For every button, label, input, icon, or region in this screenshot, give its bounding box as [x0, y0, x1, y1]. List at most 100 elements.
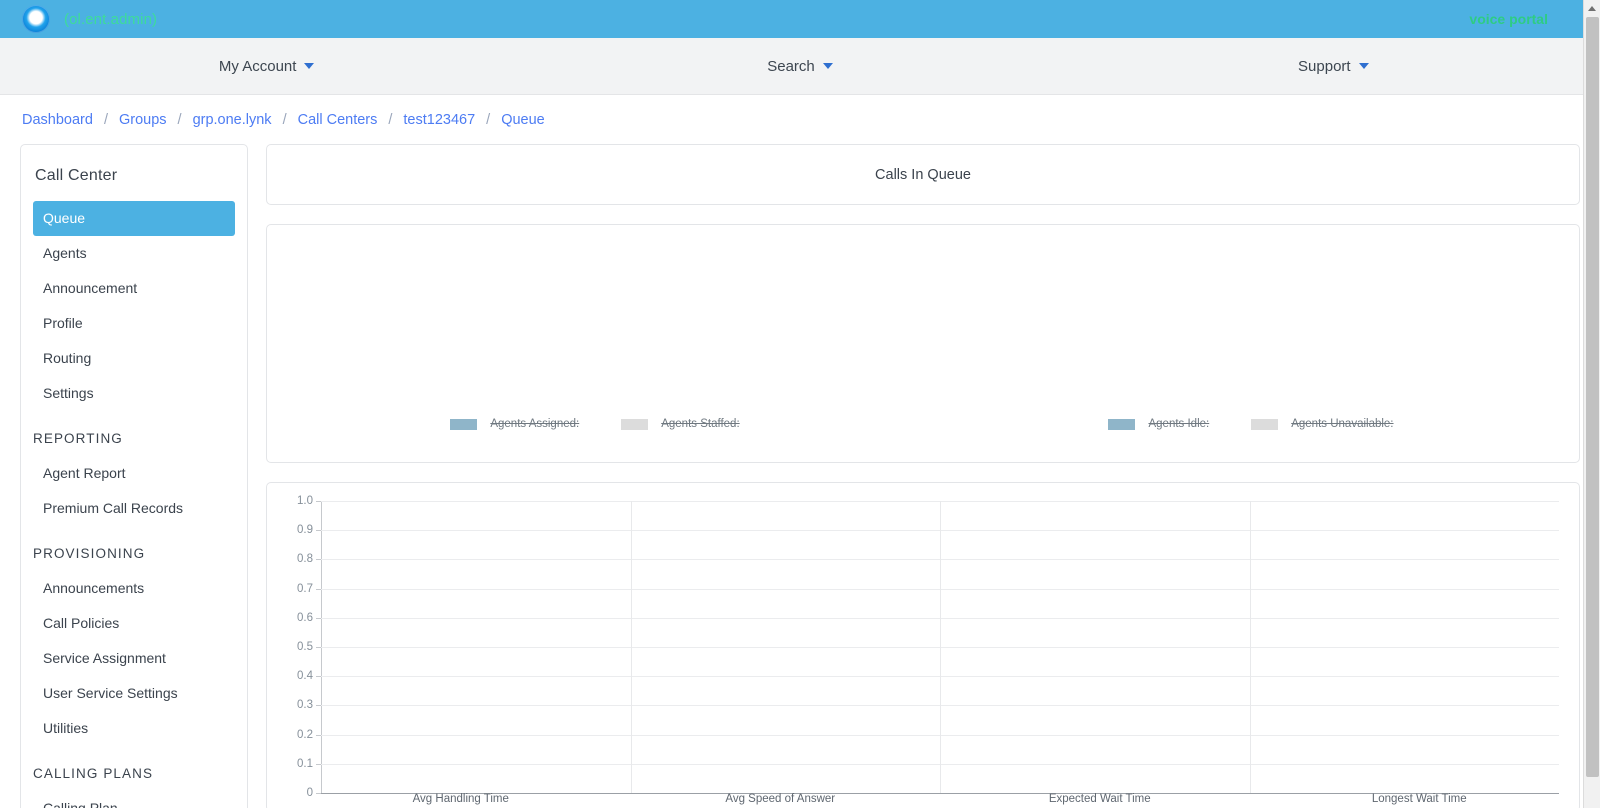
- scrollbar-thumb[interactable]: [1586, 17, 1599, 777]
- main-navigation: My Account Search Support: [0, 38, 1600, 95]
- breadcrumb-separator: /: [103, 112, 108, 128]
- breadcrumb-item-call-centers[interactable]: Call Centers: [298, 112, 378, 128]
- chart-y-tick-label: 0.9: [297, 524, 313, 537]
- breadcrumb-separator: /: [177, 112, 182, 128]
- agents-chart-panel: Agents Assigned: Agents Staffed: Agents …: [266, 224, 1580, 463]
- chart-y-tick-mark: [316, 501, 321, 502]
- legend-label-agents-idle: Agents Idle:: [1148, 418, 1210, 430]
- chevron-down-icon: [822, 63, 833, 69]
- legend-entry-agents-staffed[interactable]: Agents Staffed:: [621, 418, 740, 430]
- chevron-down-icon: [1358, 63, 1369, 69]
- legend-swatch-icon: [450, 418, 478, 430]
- chart-x-tick-label: Avg Handling Time: [412, 793, 509, 805]
- chart-y-tick-mark: [316, 734, 321, 736]
- agents-legend-row: Agents Assigned: Agents Staffed: Agents …: [267, 418, 1579, 430]
- sidebar-title: Call Center: [35, 167, 118, 184]
- breadcrumb: Dashboard / Groups / grp.one.lynk / Call…: [0, 95, 1600, 144]
- sidebar-item-user-service-settings[interactable]: User Service Settings: [21, 676, 247, 711]
- sidebar-item-announcements[interactable]: Announcements: [21, 571, 247, 606]
- chart-category-divider: [630, 501, 632, 793]
- chart-category-divider: [1249, 501, 1251, 793]
- breadcrumb-separator: /: [388, 112, 393, 128]
- chart-y-tick-label: 0.4: [297, 670, 313, 683]
- nav-item-support[interactable]: Support: [1067, 58, 1600, 75]
- chevron-down-icon: [304, 63, 315, 69]
- chart-x-axis-labels: Avg Handling Time Avg Speed of Answer Expe…: [301, 793, 1579, 805]
- agents-legend-group-left: Agents Assigned: Agents Staffed:: [267, 418, 923, 430]
- chart-y-tick-label: 0.2: [297, 728, 313, 741]
- chart-x-tick-label: Avg Speed of Answer: [725, 793, 836, 805]
- chart-y-tick-label: 0.8: [297, 553, 313, 566]
- main-content: Calls In Queue Agents Assigned: Agents S…: [266, 144, 1580, 808]
- sidebar-item-agents[interactable]: Agents: [21, 236, 247, 271]
- legend-label-agents-assigned: Agents Assigned:: [490, 418, 580, 430]
- legend-label-agents-unavailable: Agents Unavailable:: [1291, 418, 1394, 430]
- sidebar-item-call-policies[interactable]: Call Policies: [21, 606, 247, 641]
- sidebar-item-service-assignment[interactable]: Service Assignment: [21, 641, 247, 676]
- breadcrumb-item-queue[interactable]: Queue: [501, 112, 545, 128]
- window-scrollbar[interactable]: [1583, 0, 1600, 808]
- chart-y-tick-label: 0.1: [297, 757, 313, 770]
- sidebar-item-profile[interactable]: Profile: [21, 306, 247, 341]
- nav-item-search[interactable]: Search: [533, 58, 1066, 75]
- chart-y-tick-label: 0.3: [297, 699, 313, 712]
- chart-y-tick-mark: [316, 676, 321, 678]
- legend-swatch-icon: [1251, 418, 1279, 430]
- breadcrumb-separator: /: [282, 112, 287, 128]
- agents-legend-group-right: Agents Idle: Agents Unavailable:: [923, 418, 1579, 430]
- circle-logo-icon: [22, 5, 50, 33]
- chart-y-tick-label: 1.0: [297, 495, 313, 507]
- nav-item-my-account[interactable]: My Account: [0, 58, 533, 75]
- top-brand-bar: (ol.ent.admin) voice portal: [0, 0, 1600, 38]
- chart-x-tick-label: Expected Wait Time: [1048, 793, 1151, 805]
- chart-y-tick-label: 0.5: [297, 641, 313, 653]
- calls-in-queue-title: Calls In Queue: [875, 167, 971, 183]
- breadcrumb-item-groups[interactable]: Groups: [119, 112, 167, 128]
- breadcrumb-item-call-center[interactable]: test123467: [403, 112, 475, 128]
- caret-up-icon: [1588, 6, 1596, 11]
- nav-item-support-label: Support: [1298, 57, 1351, 75]
- sidebar-item-announcement[interactable]: Announcement: [21, 271, 247, 306]
- chart-plot-area: 0 0.1 0.2 0.3 0.4 0.5 0.6 0.7 0.8 0.9 1.0: [297, 495, 1559, 799]
- breadcrumb-separator: /: [486, 112, 491, 128]
- calls-in-queue-panel: Calls In Queue: [266, 144, 1580, 205]
- chart-y-tick-mark: [316, 617, 321, 619]
- sidebar-heading-calling-plans: CALLING PLANS: [33, 766, 154, 781]
- legend-entry-agents-assigned[interactable]: Agents Assigned:: [450, 418, 579, 430]
- legend-entry-agents-idle[interactable]: Agents Idle:: [1108, 418, 1209, 430]
- voice-portal-link[interactable]: voice portal: [1469, 11, 1548, 27]
- sidebar-item-queue[interactable]: Queue: [33, 201, 235, 236]
- sidebar-item-settings[interactable]: Settings: [21, 376, 247, 411]
- breadcrumb-item-dashboard[interactable]: Dashboard: [22, 112, 93, 128]
- sidebar-item-calling-plan[interactable]: Calling Plan: [21, 791, 247, 808]
- chart-category-divider: [940, 501, 941, 793]
- legend-swatch-icon: [621, 418, 649, 430]
- legend-label-agents-staffed: Agents Staffed:: [661, 418, 740, 430]
- chart-y-tick-mark: [316, 705, 321, 707]
- chart-y-tick-label: 0.6: [297, 611, 313, 624]
- sidebar-item-routing[interactable]: Routing: [21, 341, 247, 376]
- sidebar-item-premium-call-records[interactable]: Premium Call Records: [21, 491, 247, 526]
- legend-entry-agents-unavailable[interactable]: Agents Unavailable:: [1251, 418, 1394, 430]
- chart-y-tick-mark: [316, 559, 321, 561]
- chart-y-tick-mark: [316, 588, 321, 590]
- breadcrumb-item-group[interactable]: grp.one.lynk: [193, 112, 272, 128]
- sidebar-heading-provisioning: PROVISIONING: [33, 546, 146, 561]
- chart-y-tick-mark: [316, 763, 321, 765]
- scrollbar-up-arrow[interactable]: [1584, 0, 1600, 17]
- sidebar-heading-reporting: REPORTING: [33, 431, 123, 446]
- sidebar: Call Center Queue Agents Announcement Pr…: [20, 144, 248, 808]
- nav-item-search-label: Search: [767, 57, 815, 75]
- page-layout: Call Center Queue Agents Announcement Pr…: [0, 144, 1600, 808]
- chart-y-tick-mark: [316, 530, 321, 532]
- queue-metrics-chart-panel: 0 0.1 0.2 0.3 0.4 0.5 0.6 0.7 0.8 0.9 1.0 Avg Hand…: [266, 482, 1580, 808]
- nav-item-my-account-label: My Account: [218, 57, 297, 75]
- brand-name: (ol.ent.admin): [64, 10, 158, 28]
- brand-logo-group[interactable]: (ol.ent.admin): [22, 5, 157, 33]
- sidebar-item-agent-report[interactable]: Agent Report: [21, 456, 247, 491]
- chart-y-tick-label: 0.7: [297, 582, 313, 595]
- chart-y-tick-mark: [316, 647, 321, 648]
- chart-x-tick-label: Longest Wait Time: [1371, 793, 1467, 805]
- sidebar-item-utilities[interactable]: Utilities: [21, 711, 247, 746]
- legend-swatch-icon: [1108, 418, 1136, 430]
